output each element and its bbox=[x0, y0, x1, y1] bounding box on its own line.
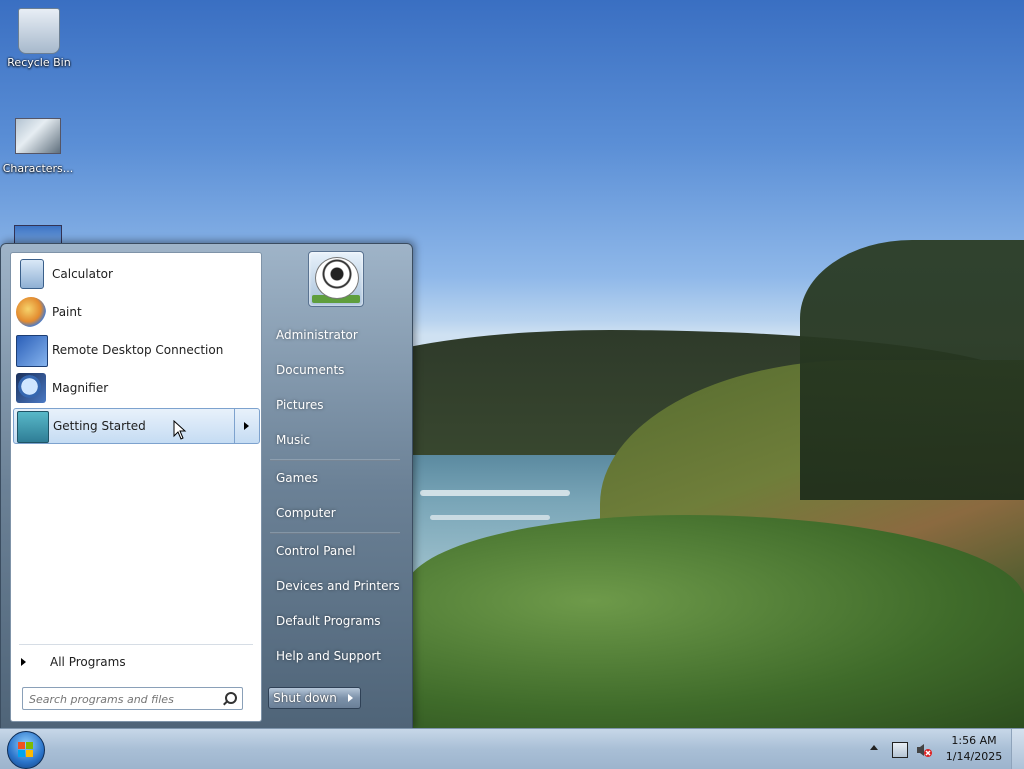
program-label: Calculator bbox=[52, 267, 113, 281]
desktop-icon-characters[interactable]: Characters... bbox=[0, 118, 76, 175]
recycle-bin-icon bbox=[18, 8, 60, 54]
search-box[interactable] bbox=[22, 687, 243, 710]
link-computer[interactable]: Computer bbox=[276, 506, 336, 520]
chevron-right-icon bbox=[348, 694, 353, 702]
chevron-right-icon bbox=[21, 658, 26, 666]
clock-time: 1:56 AM bbox=[951, 734, 997, 747]
search-input[interactable] bbox=[27, 690, 221, 708]
program-label: Getting Started bbox=[53, 419, 146, 433]
characters-icon bbox=[15, 118, 61, 154]
clock[interactable]: 1:56 AM 1/14/2025 bbox=[940, 733, 1008, 765]
network-icon[interactable] bbox=[892, 742, 908, 758]
desktop-icon-label: Recycle Bin bbox=[7, 56, 71, 69]
program-calculator[interactable]: Calculator bbox=[13, 257, 258, 291]
link-games[interactable]: Games bbox=[276, 471, 318, 485]
shutdown-options-button[interactable] bbox=[340, 687, 361, 709]
wallpaper-bushes bbox=[405, 515, 1024, 728]
program-label: Remote Desktop Connection bbox=[52, 343, 224, 357]
show-hidden-icons-button[interactable] bbox=[870, 745, 878, 750]
taskbar: 1:56 AM 1/14/2025 bbox=[0, 728, 1024, 769]
divider bbox=[270, 459, 400, 461]
program-label: Magnifier bbox=[52, 381, 109, 395]
link-devices-and-printers[interactable]: Devices and Printers bbox=[276, 579, 400, 593]
wallpaper-foam bbox=[430, 515, 550, 520]
link-administrator[interactable]: Administrator bbox=[276, 328, 358, 342]
program-label: Paint bbox=[52, 305, 82, 319]
shutdown-button[interactable]: Shut down bbox=[268, 687, 342, 709]
link-control-panel[interactable]: Control Panel bbox=[276, 544, 356, 558]
volume-muted-icon[interactable] bbox=[916, 742, 932, 757]
user-avatar[interactable] bbox=[308, 251, 364, 307]
calculator-icon bbox=[20, 259, 44, 289]
windows-logo-icon bbox=[18, 742, 34, 758]
chevron-right-icon bbox=[244, 422, 249, 430]
all-programs-label: All Programs bbox=[50, 655, 126, 669]
start-menu: Calculator Paint Remote Desktop Connecti… bbox=[0, 243, 413, 728]
search-icon[interactable] bbox=[225, 692, 237, 704]
start-button[interactable] bbox=[7, 731, 45, 769]
link-pictures[interactable]: Pictures bbox=[276, 398, 324, 412]
wallpaper-foam bbox=[420, 490, 570, 496]
divider bbox=[19, 644, 253, 645]
start-menu-programs-pane: Calculator Paint Remote Desktop Connecti… bbox=[10, 252, 262, 722]
link-music[interactable]: Music bbox=[276, 433, 310, 447]
program-magnifier[interactable]: Magnifier bbox=[13, 371, 258, 405]
remote-desktop-icon bbox=[16, 335, 48, 367]
clock-date: 1/14/2025 bbox=[945, 750, 1003, 763]
wallpaper-trees bbox=[800, 240, 1024, 500]
divider bbox=[270, 532, 400, 534]
program-paint[interactable]: Paint bbox=[13, 295, 258, 329]
all-programs-button[interactable]: All Programs bbox=[19, 653, 249, 677]
paint-icon bbox=[16, 297, 46, 327]
program-getting-started[interactable]: Getting Started bbox=[13, 408, 260, 444]
link-default-programs[interactable]: Default Programs bbox=[276, 614, 381, 628]
getting-started-icon bbox=[17, 411, 49, 443]
desktop-icon-recycle-bin[interactable]: Recycle Bin bbox=[1, 8, 77, 69]
show-desktop-button[interactable] bbox=[1011, 729, 1024, 769]
soccer-ball-icon bbox=[315, 257, 359, 299]
magnifier-icon bbox=[16, 373, 46, 403]
submenu-arrow-button[interactable] bbox=[234, 409, 259, 443]
program-remote-desktop[interactable]: Remote Desktop Connection bbox=[13, 333, 258, 367]
desktop-icon-label: Characters... bbox=[2, 162, 74, 175]
link-documents[interactable]: Documents bbox=[276, 363, 344, 377]
desktop: Recycle Bin Characters... Calculator Pai… bbox=[0, 0, 1024, 728]
link-help-and-support[interactable]: Help and Support bbox=[276, 649, 381, 663]
